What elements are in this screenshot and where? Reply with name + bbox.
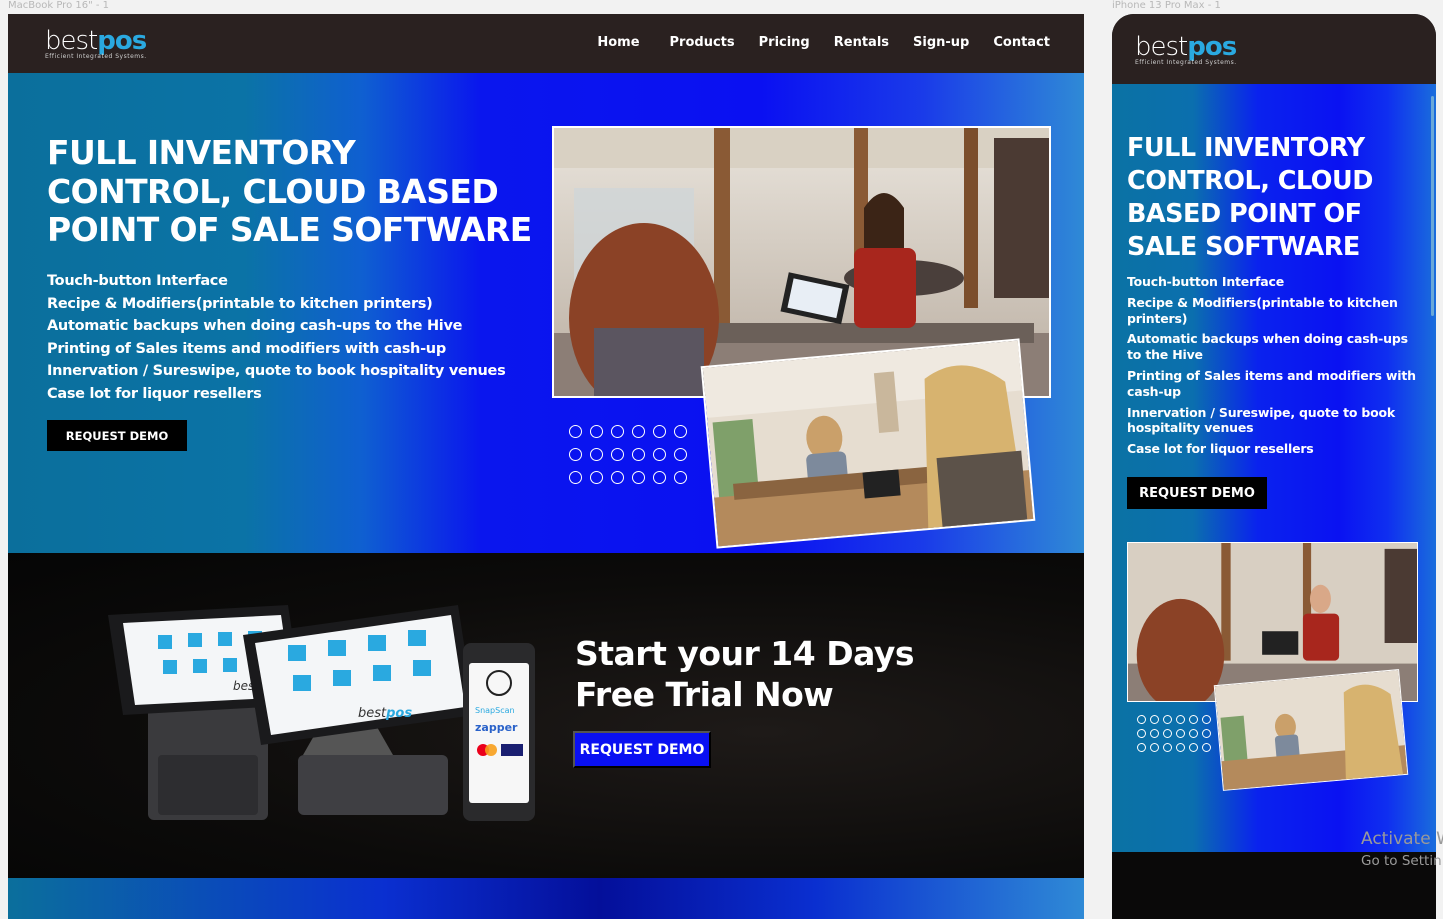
feature-item: Touch-button Interface xyxy=(1127,274,1285,289)
mobile-feature-list: Touch-button Interface Recipe & Modifier… xyxy=(1127,274,1417,462)
dot-circle xyxy=(674,425,687,438)
dot-circle xyxy=(1137,743,1146,752)
feature-item: Case lot for liquor resellers xyxy=(1127,441,1314,457)
mobile-frame-label: iPhone 13 Pro Max - 1 xyxy=(1112,0,1221,11)
nav-home[interactable]: Home xyxy=(597,35,639,50)
request-demo-button[interactable]: REQUEST DEMO xyxy=(47,420,187,451)
feature-item: Automatic backups when doing cash-ups to… xyxy=(1127,331,1408,363)
dot-circle xyxy=(1189,743,1198,752)
dot-circle xyxy=(674,471,687,484)
trial-request-demo-button[interactable]: REQUEST DEMO xyxy=(573,731,711,768)
logo-tagline: Efficient Integrated Systems. xyxy=(1135,59,1237,66)
mobile-navbar: bestpos Efficient Integrated Systems. xyxy=(1112,14,1436,84)
dot-circle xyxy=(653,425,666,438)
dot-circle xyxy=(632,471,645,484)
activate-line-1: Activate W xyxy=(1361,829,1443,849)
feature-list: Touch-button Interface Recipe & Modifier… xyxy=(47,270,506,405)
dot-circle xyxy=(1202,715,1211,724)
dot-circle xyxy=(1137,715,1146,724)
hero-photo-store xyxy=(700,338,1036,549)
dot-circle xyxy=(611,425,624,438)
mobile-frame: bestpos Efficient Integrated Systems. FU… xyxy=(1112,14,1436,919)
free-trial-section: best bestpos SnapScan zapper Start your … xyxy=(8,553,1084,878)
dot-circle xyxy=(569,448,582,461)
dot-circle xyxy=(1176,743,1185,752)
activate-windows-watermark: Activate W Go to Settin xyxy=(1361,829,1443,869)
mobile-scrollbar[interactable] xyxy=(1431,96,1434,316)
dot-circle xyxy=(653,448,666,461)
dot-circle xyxy=(632,448,645,461)
mobile-request-demo-button[interactable]: REQUEST DEMO xyxy=(1127,477,1267,509)
dot-circle xyxy=(632,425,645,438)
dot-circle xyxy=(590,471,603,484)
nav-rentals[interactable]: Rentals xyxy=(834,35,889,50)
dot-circle xyxy=(1202,729,1211,738)
store-photo-illustration xyxy=(702,340,1036,549)
feature-item: Automatic backups when doing cash-ups to… xyxy=(47,318,463,334)
dot-circle xyxy=(1137,729,1146,738)
feature-item: Printing of Sales items and modifiers wi… xyxy=(47,340,446,357)
decorative-dot-grid xyxy=(569,425,689,484)
dot-circle xyxy=(1176,715,1185,724)
logo-pos-text: pos xyxy=(1187,32,1237,62)
desktop-frame-label: MacBook Pro 16" - 1 xyxy=(8,0,110,11)
trial-title: Start your 14 Days Free Trial Now xyxy=(575,634,915,714)
logo-pos-text: pos xyxy=(97,26,147,56)
activate-line-2: Go to Settin xyxy=(1361,853,1442,869)
feature-item: Recipe & Modifiers(printable to kitchen … xyxy=(47,295,433,312)
feature-item: Touch-button Interface xyxy=(47,273,228,289)
top-navbar: bestpos Efficient Integrated Systems. Ho… xyxy=(8,14,1084,73)
dot-circle xyxy=(1189,729,1198,738)
logo-tagline: Efficient Integrated Systems. xyxy=(45,53,147,60)
svg-text:SnapScan: SnapScan xyxy=(475,706,515,715)
nav-products[interactable]: Products xyxy=(670,35,735,50)
main-menu: Home Products Pricing Rentals Sign-up Co… xyxy=(597,35,1050,50)
mobile-hero-section: FULL INVENTORY CONTROL, CLOUD BASED POIN… xyxy=(1112,84,1436,852)
dot-circle xyxy=(1163,715,1172,724)
nav-pricing[interactable]: Pricing xyxy=(759,35,810,50)
dot-circle xyxy=(590,425,603,438)
feature-item: Innervation / Sureswipe, quote to book h… xyxy=(47,363,506,379)
nav-contact[interactable]: Contact xyxy=(993,35,1050,50)
dot-circle xyxy=(611,471,624,484)
dot-circle xyxy=(1163,743,1172,752)
logo-best-text: best xyxy=(45,26,98,56)
bestpos-logo[interactable]: bestpos Efficient Integrated Systems. xyxy=(45,26,147,60)
feature-item: Printing of Sales items and modifiers wi… xyxy=(1127,367,1416,399)
feature-item: Innervation / Sureswipe, quote to book h… xyxy=(1127,404,1396,436)
dot-circle xyxy=(590,448,603,461)
hero-section: FULL INVENTORY CONTROL, CLOUD BASED POIN… xyxy=(8,73,1084,553)
desktop-frame: bestpos Efficient Integrated Systems. Ho… xyxy=(8,14,1084,919)
dot-circle xyxy=(1163,729,1172,738)
dot-circle xyxy=(1150,743,1159,752)
logo-best-text: best xyxy=(1135,32,1188,62)
dot-circle xyxy=(1202,743,1211,752)
nav-signup[interactable]: Sign-up xyxy=(913,35,969,50)
svg-text:zapper: zapper xyxy=(475,721,518,734)
dot-circle xyxy=(1176,729,1185,738)
feature-item: Case lot for liquor resellers xyxy=(47,385,262,402)
mobile-bestpos-logo[interactable]: bestpos Efficient Integrated Systems. xyxy=(1135,32,1237,66)
dot-circle xyxy=(653,471,666,484)
mobile-hero-photo-store xyxy=(1213,669,1409,791)
feature-item: Recipe & Modifiers(printable to kitchen … xyxy=(1127,294,1398,326)
pos-hardware-image: best bestpos SnapScan zapper xyxy=(108,605,535,821)
dot-circle xyxy=(1189,715,1198,724)
mobile-decorative-dot-grid xyxy=(1137,715,1213,752)
svg-text:bestpos: bestpos xyxy=(358,706,412,721)
dot-circle xyxy=(611,448,624,461)
store-photo-illustration xyxy=(1214,670,1409,791)
dot-circle xyxy=(569,471,582,484)
hero-title: FULL INVENTORY CONTROL, CLOUD BASED POIN… xyxy=(47,133,532,249)
dot-circle xyxy=(569,425,582,438)
dot-circle xyxy=(1150,729,1159,738)
mobile-hero-title: FULL INVENTORY CONTROL, CLOUD BASED POIN… xyxy=(1127,133,1373,262)
dot-circle xyxy=(674,448,687,461)
next-section-strip xyxy=(8,878,1084,919)
dot-circle xyxy=(1150,715,1159,724)
